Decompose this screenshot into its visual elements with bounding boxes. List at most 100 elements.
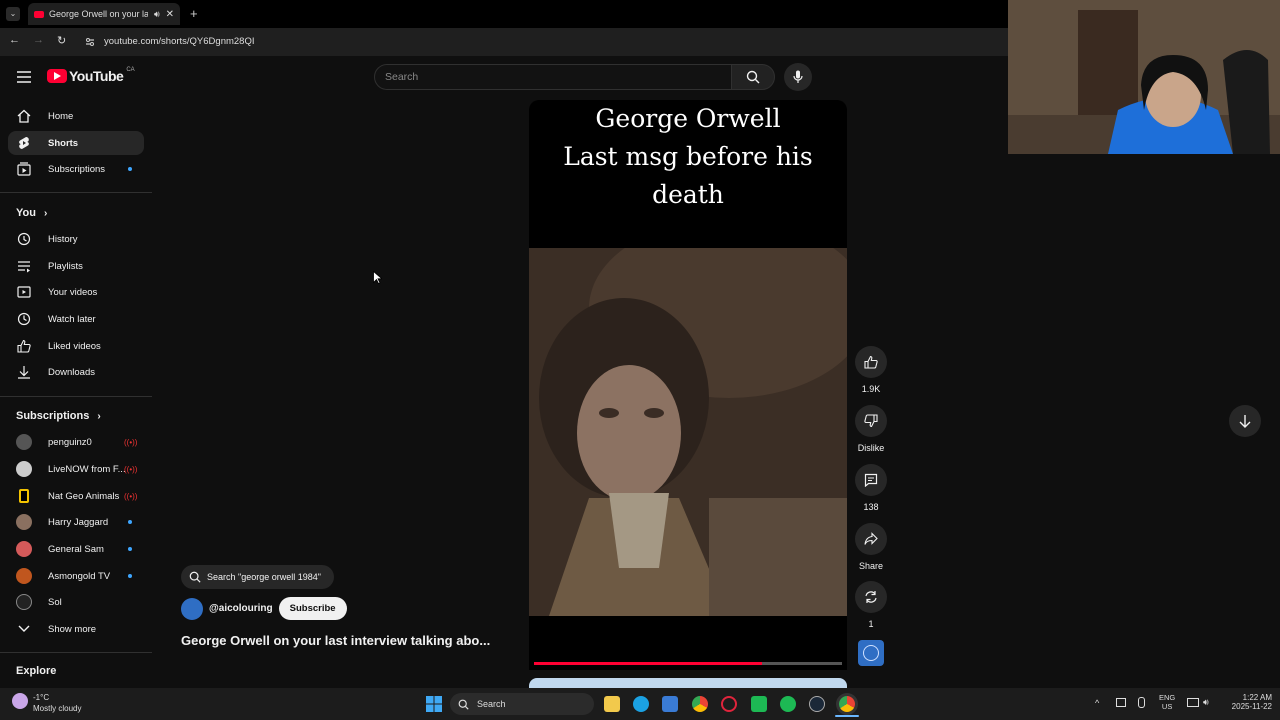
subscription-general-sam[interactable]: General Sam: [8, 537, 144, 561]
sidebar-divider: [0, 192, 152, 193]
show-hidden-icons[interactable]: ^: [1095, 698, 1099, 708]
close-tab-icon[interactable]: ✕: [166, 9, 174, 20]
sidebar-item-liked-videos[interactable]: Liked videos: [8, 334, 144, 358]
weather-icon[interactable]: [12, 693, 28, 709]
store-icon[interactable]: [662, 696, 678, 712]
like-icon: [855, 346, 887, 378]
active-app-indicator: [835, 715, 859, 717]
channel-handle[interactable]: @aicolouring: [209, 603, 273, 614]
sidebar-item-shorts[interactable]: Shorts: [8, 131, 144, 155]
subscription-name: penguinz0: [48, 436, 92, 448]
subscription-name: LiveNOW from F...: [48, 463, 126, 475]
subscription-name: Harry Jaggard: [48, 516, 109, 528]
sidebar-item-watch-later[interactable]: Watch later: [8, 307, 144, 331]
avatar: [16, 434, 32, 450]
opera-icon[interactable]: [721, 696, 737, 712]
subscription-sol[interactable]: Sol: [8, 590, 144, 614]
search-icon: [458, 699, 469, 710]
back-icon[interactable]: ←: [9, 34, 20, 46]
you-section-heading[interactable]: You ›: [16, 207, 47, 219]
tab-list-button[interactable]: ⌄: [6, 7, 20, 21]
video-frame: [529, 218, 847, 616]
chevron-down-icon: [16, 621, 32, 637]
downloads-icon: [16, 364, 32, 380]
youtube-favicon-icon: [34, 10, 44, 18]
forward-icon[interactable]: →: [33, 34, 44, 46]
chrome-active-icon[interactable]: [839, 696, 855, 712]
sidebar-item-home[interactable]: Home: [8, 104, 144, 128]
live-indicator-icon: ((•)): [124, 465, 138, 474]
sidebar-item-downloads[interactable]: Downloads: [8, 360, 144, 384]
video-progress-bar[interactable]: [534, 662, 842, 665]
overlay-line-2: Last msg before his death: [563, 142, 813, 209]
sidebar-item-playlists[interactable]: Playlists: [8, 254, 144, 278]
chrome-icon[interactable]: [692, 696, 708, 712]
next-short-button[interactable]: [1229, 405, 1261, 437]
comments-button[interactable]: 138: [855, 464, 887, 512]
clock[interactable]: 1:22 AM 2025-11-22: [1222, 693, 1272, 711]
avatar: [16, 514, 32, 530]
you-heading-label: You: [16, 207, 36, 219]
reload-icon[interactable]: ↻: [57, 34, 66, 47]
subscription-name: Sol: [48, 596, 62, 608]
app-icon[interactable]: [751, 696, 767, 712]
sidebar-item-label: Subscriptions: [48, 163, 106, 175]
network-icon[interactable]: [1187, 698, 1199, 707]
search-input[interactable]: Search: [374, 64, 732, 90]
search-icon: [746, 70, 760, 84]
dislike-button[interactable]: Dislike: [855, 405, 887, 453]
youtube-logo[interactable]: YouTube CA: [47, 67, 135, 84]
channel-avatar[interactable]: [181, 597, 203, 620]
taskbar-search-label: Search: [477, 699, 506, 709]
tray-app-icon[interactable]: [1116, 698, 1126, 707]
search-button[interactable]: [731, 64, 775, 90]
show-more-button[interactable]: Show more: [8, 617, 144, 641]
edge-icon[interactable]: [633, 696, 649, 712]
sidebar-item-subscriptions[interactable]: Subscriptions: [8, 157, 144, 181]
voice-search-button[interactable]: [784, 63, 812, 91]
volume-icon[interactable]: 🔊︎: [1203, 697, 1209, 708]
speaker-icon[interactable]: 🔊︎: [154, 9, 160, 20]
overlay-line-1: George Orwell: [595, 104, 781, 133]
browser-tab[interactable]: George Orwell on your last 🔊︎ ✕: [28, 3, 180, 25]
new-tab-icon[interactable]: +: [190, 6, 198, 21]
related-search-text: Search "george orwell 1984": [207, 572, 321, 582]
avatar: [16, 541, 32, 557]
spotify-icon[interactable]: [780, 696, 796, 712]
your-videos-icon: [16, 284, 32, 300]
taskbar-search-box[interactable]: Search: [450, 693, 594, 715]
windows-start-icon[interactable]: [426, 696, 442, 712]
url-text[interactable]: youtube.com/shorts/QY6Dgnm28QI: [104, 36, 255, 47]
liked-videos-icon: [16, 338, 32, 354]
remix-button[interactable]: 1: [855, 581, 887, 629]
playlists-icon: [16, 258, 32, 274]
steam-icon[interactable]: [809, 696, 825, 712]
subscription-harry-jaggard[interactable]: Harry Jaggard: [8, 510, 144, 534]
related-search-chip[interactable]: Search "george orwell 1984": [181, 565, 334, 589]
site-info-icon[interactable]: [84, 35, 96, 47]
audio-source-thumbnail[interactable]: [858, 640, 884, 666]
home-icon: [16, 108, 32, 124]
sidebar-item-history[interactable]: History: [8, 227, 144, 251]
menu-icon[interactable]: [17, 70, 31, 83]
webcam-overlay: [1008, 0, 1280, 154]
history-icon: [16, 231, 32, 247]
microphone-tray-icon[interactable]: [1138, 697, 1145, 708]
sidebar-item-label: Liked videos: [48, 340, 101, 352]
subscription-name: Asmongold TV: [48, 570, 111, 582]
input-language[interactable]: ENG US: [1159, 693, 1175, 711]
share-button[interactable]: Share: [855, 523, 887, 571]
share-icon: [855, 523, 887, 555]
video-overlay-text: George Orwell Last msg before his death: [529, 100, 847, 214]
short-title[interactable]: George Orwell on your last interview tal…: [181, 633, 490, 648]
subscription-asmongold-tv[interactable]: Asmongold TV: [8, 564, 144, 588]
sidebar-item-your-videos[interactable]: Your videos: [8, 280, 144, 304]
language-code: ENG: [1159, 693, 1176, 702]
subscribe-button[interactable]: Subscribe: [278, 597, 347, 620]
shorts-video-player[interactable]: George Orwell Last msg before his death: [529, 100, 847, 670]
like-button[interactable]: 1.9K: [855, 346, 887, 394]
weather-temp: -1°C: [33, 693, 50, 702]
watch-later-icon: [16, 311, 32, 327]
file-explorer-icon[interactable]: [604, 696, 620, 712]
subscriptions-section-heading[interactable]: Subscriptions ›: [16, 410, 101, 422]
